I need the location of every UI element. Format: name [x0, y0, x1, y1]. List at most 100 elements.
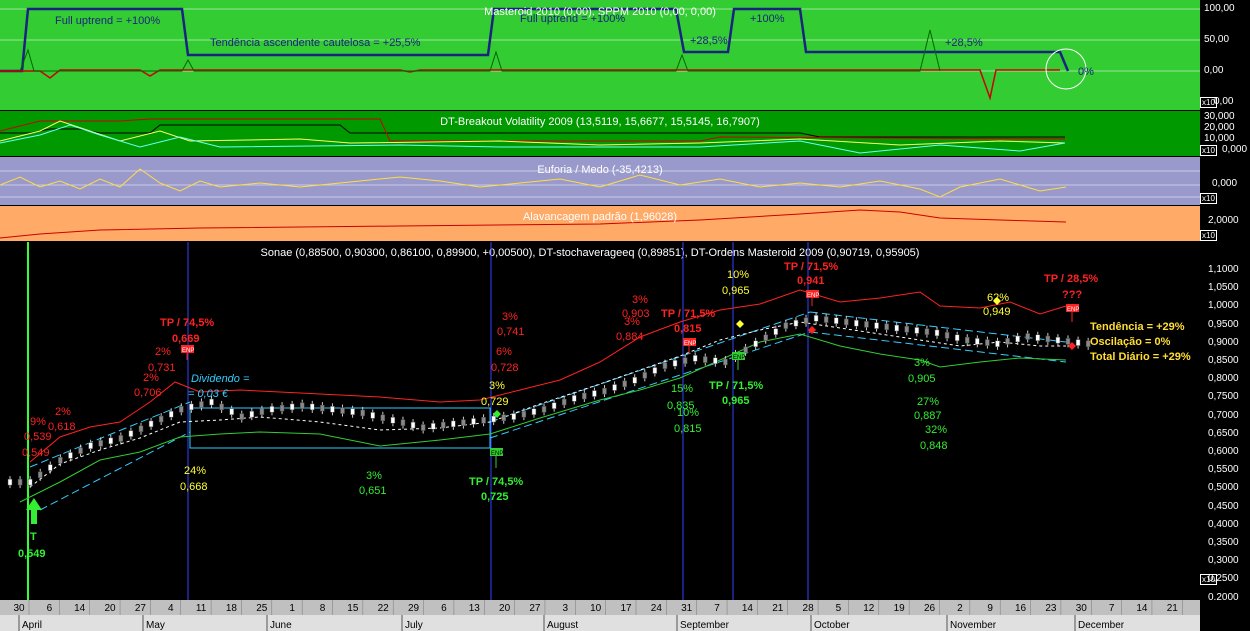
- axis-month-label: June: [270, 620, 292, 631]
- candle: [813, 315, 819, 322]
- candle: [491, 415, 496, 423]
- breakout-panel: DT-Breakout Volatility 2009 (13,5119, 15…: [0, 111, 1200, 156]
- candle: [239, 413, 245, 420]
- axis-month-label: November: [950, 620, 997, 631]
- axis-day-label: 16: [1015, 603, 1027, 614]
- yellow-value-label: 0,729: [481, 396, 509, 408]
- scale-label: 0,3000: [1208, 555, 1239, 567]
- candle: [723, 358, 728, 366]
- red-value-label: 0,884: [616, 331, 644, 343]
- candle: [1015, 335, 1020, 343]
- masteroid-panel: Masteroid 2010 (0,00), SPPM 2010 (0,00, …: [0, 0, 1200, 110]
- candle: [521, 410, 527, 418]
- axis-months-band: [0, 615, 1200, 631]
- axis-day-label: 21: [1167, 603, 1179, 614]
- x10-badge: x10: [1200, 97, 1217, 108]
- svg-text:ENP: ENP: [684, 341, 696, 347]
- tp-label-dec: TP / 28,5%: [1044, 273, 1098, 285]
- candle: [531, 408, 537, 415]
- summary-oscillation: Oscilação = 0%: [1090, 336, 1171, 348]
- candle: [481, 416, 486, 424]
- scale-label: 0,7000: [1208, 409, 1239, 421]
- red-pct-label: 3%: [502, 311, 518, 323]
- candle: [249, 410, 255, 418]
- candle: [269, 406, 275, 413]
- candle: [27, 478, 33, 486]
- green-value-label: 0,848: [920, 440, 948, 452]
- tp-green-label-jul: TP / 74,5%: [469, 476, 523, 488]
- candle: [451, 420, 456, 428]
- candle: [622, 380, 627, 388]
- candle: [753, 340, 758, 348]
- axis-month-label: October: [814, 620, 850, 631]
- scale-label: 0,6000: [1208, 446, 1239, 457]
- candle: [1065, 338, 1071, 345]
- axis-month-label: April: [22, 620, 42, 631]
- candle: [884, 323, 889, 331]
- candle: [652, 367, 658, 374]
- scale-label: 10,000: [1204, 133, 1235, 144]
- axis-day-label: 21: [772, 603, 784, 614]
- scale-label: 1,1000: [1208, 264, 1239, 275]
- candle: [803, 317, 809, 324]
- tp-green-label-sep: TP / 71,5%: [709, 380, 763, 392]
- candle: [138, 425, 144, 432]
- note-100: +100%: [750, 13, 785, 25]
- candle: [985, 339, 990, 346]
- candle: [844, 318, 849, 326]
- dividend-label: Dividendo =: [191, 373, 250, 385]
- axis-day-label: 13: [469, 603, 481, 614]
- green-pct-label: 3%: [366, 470, 382, 482]
- candle: [592, 390, 597, 397]
- euforia-scale: 0,000 x10: [1200, 157, 1250, 205]
- candle: [954, 334, 960, 341]
- scale-label: 30,000: [1204, 111, 1235, 122]
- svg-text:ENP: ENP: [733, 355, 745, 361]
- candle: [88, 442, 93, 449]
- candle: [1075, 339, 1081, 346]
- axis-day-label: 19: [894, 603, 906, 614]
- candle: [572, 395, 577, 402]
- candle: [1025, 333, 1030, 340]
- green-value-label: 0,815: [674, 423, 702, 435]
- axis-day-label: 2: [957, 603, 963, 614]
- candle: [68, 452, 73, 459]
- candle: [189, 403, 194, 411]
- alavancagem-title: Alavancagem padrão (1,96028): [523, 211, 677, 223]
- candle: [340, 407, 345, 414]
- axis-day-label: 22: [378, 603, 390, 614]
- note-full-uptrend-2: Full uptrend = +100%: [520, 13, 625, 25]
- exit-flag: ENP: [1066, 304, 1079, 322]
- entry-flag: ENP: [490, 448, 503, 468]
- axis-day-label: 7: [714, 603, 720, 614]
- svg-text:ENP: ENP: [491, 451, 503, 457]
- x10-badge: x10: [1200, 145, 1217, 156]
- yellow-pct-label: 3%: [489, 380, 505, 392]
- scale-label: 0,000: [1222, 144, 1248, 155]
- candle: [874, 322, 879, 329]
- red-value-label: 0,741: [497, 326, 525, 338]
- candle: [864, 321, 869, 328]
- axis-day-label: 14: [1136, 603, 1148, 614]
- euforia-plot: Euforia / Medo (-35,4213): [0, 164, 1200, 198]
- candle: [703, 356, 708, 363]
- x10-badge: x10: [1200, 193, 1217, 204]
- axis-day-label: 27: [529, 603, 541, 614]
- x10-badge: x10: [1200, 230, 1217, 241]
- candle: [501, 414, 506, 422]
- green-pct-label: 27%: [917, 396, 939, 408]
- scale-label: 0,9000: [1208, 336, 1239, 348]
- candle: [511, 413, 517, 420]
- candle: [944, 332, 950, 339]
- alavancagem-plot: Alavancagem padrão (1,96028): [0, 209, 1067, 239]
- scale-label: 1,0500: [1208, 282, 1239, 294]
- scale-label: 0,000: [1212, 178, 1238, 189]
- candle: [108, 437, 114, 445]
- yellow-value-label: 0,668: [180, 481, 208, 493]
- axis-day-label: 9: [987, 603, 993, 614]
- candle: [682, 357, 688, 365]
- candle: [743, 346, 748, 354]
- alavancagem-scale: 2,0000 x10: [1200, 206, 1250, 241]
- axis-day-label: 8: [320, 603, 326, 614]
- red-pct-label: 3%: [632, 294, 648, 306]
